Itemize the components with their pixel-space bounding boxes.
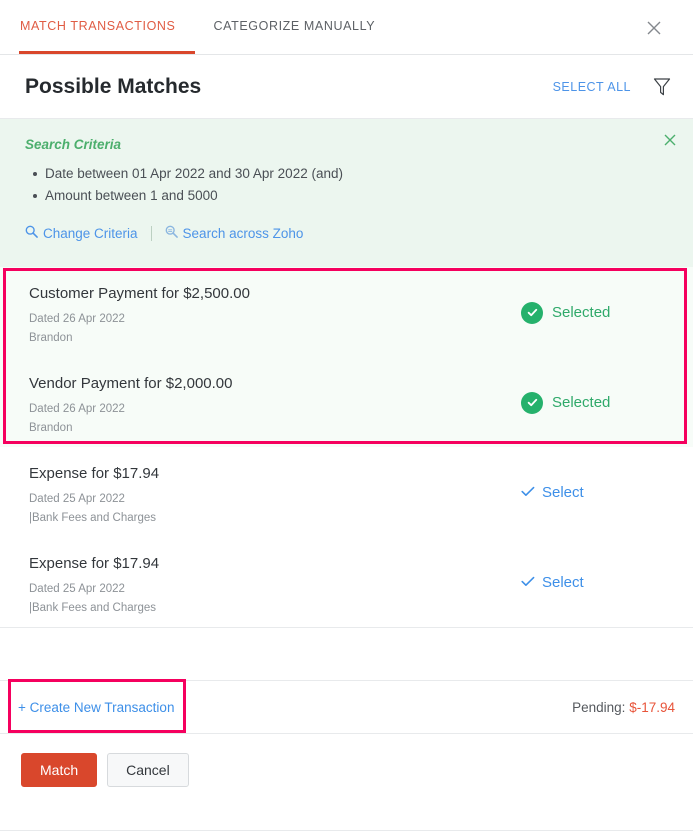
match-title: Customer Payment for $2,500.00 (29, 285, 250, 302)
selected-label: Selected (552, 304, 611, 321)
pending-amount: $-17.94 (629, 699, 675, 715)
select-label: Select (542, 484, 584, 501)
match-details: Expense for $17.94 Dated 25 Apr 2022 |Ba… (29, 555, 511, 618)
table-row[interactable]: Expense for $17.94 Dated 25 Apr 2022 |Ba… (0, 537, 693, 627)
select-label: Select (542, 574, 584, 591)
tab-bar: MATCH TRANSACTIONS CATEGORIZE MANUALLY (0, 0, 693, 55)
check-icon (521, 484, 535, 501)
criteria-close-icon[interactable] (661, 131, 679, 149)
search-across-zoho-label: Search across Zoho (182, 225, 304, 241)
footer-summary-bar: + Create New Transaction Pending: $-17.9… (0, 679, 693, 734)
criteria-item: Date between 01 Apr 2022 and 30 Apr 2022… (33, 163, 668, 185)
match-date: Dated 25 Apr 2022 (29, 493, 125, 505)
criteria-item: Amount between 1 and 5000 (33, 185, 668, 207)
check-icon (521, 301, 543, 324)
match-title: Expense for $17.94 (29, 555, 160, 572)
selected-badge[interactable]: Selected (511, 391, 671, 414)
pending-label: Pending: (572, 699, 626, 715)
match-subtext: Brandon (29, 332, 73, 344)
match-details: Vendor Payment for $2,000.00 Dated 26 Ap… (29, 375, 511, 438)
search-criteria-panel: Search Criteria Date between 01 Apr 2022… (0, 119, 693, 267)
filter-funnel-icon[interactable] (653, 77, 671, 97)
footer-actions: Match Cancel (0, 734, 693, 787)
magnifier-icon (25, 225, 38, 241)
tab-match-transactions-label: MATCH TRANSACTIONS (20, 19, 176, 33)
match-title: Vendor Payment for $2,000.00 (29, 375, 233, 392)
match-details: Customer Payment for $2,500.00 Dated 26 … (29, 285, 511, 348)
tab-categorize-manually[interactable]: CATEGORIZE MANUALLY (213, 0, 375, 54)
match-subtext: |Bank Fees and Charges (29, 602, 157, 614)
search-criteria-list: Date between 01 Apr 2022 and 30 Apr 2022… (29, 163, 668, 207)
possible-matches-list: Customer Payment for $2,500.00 Dated 26 … (0, 267, 693, 627)
change-criteria-link[interactable]: Change Criteria (25, 225, 138, 241)
match-subtext: |Bank Fees and Charges (29, 512, 157, 524)
match-details: Expense for $17.94 Dated 25 Apr 2022 |Ba… (29, 465, 511, 528)
selected-badge[interactable]: Selected (511, 301, 671, 324)
spacer (0, 628, 693, 680)
match-date: Dated 26 Apr 2022 (29, 313, 125, 325)
match-subtext: Brandon (29, 422, 73, 434)
change-criteria-label: Change Criteria (43, 225, 138, 241)
panel-header: Possible Matches SELECT ALL (0, 55, 693, 119)
divider (150, 225, 152, 241)
select-link[interactable]: Select (511, 574, 671, 591)
table-row[interactable]: Expense for $17.94 Dated 25 Apr 2022 |Ba… (0, 447, 693, 537)
search-across-zoho-link[interactable]: Search across Zoho (165, 225, 304, 241)
check-icon (521, 574, 535, 591)
cancel-button[interactable]: Cancel (107, 753, 189, 787)
match-title: Expense for $17.94 (29, 465, 160, 482)
check-icon (521, 391, 543, 414)
table-row[interactable]: Customer Payment for $2,500.00 Dated 26 … (0, 267, 693, 357)
criteria-links: Change Criteria Search across Zoho (25, 225, 668, 241)
select-link[interactable]: Select (511, 484, 671, 501)
close-icon[interactable] (644, 18, 664, 38)
selected-label: Selected (552, 394, 611, 411)
tab-match-transactions[interactable]: MATCH TRANSACTIONS (18, 0, 197, 54)
magnifier-zoho-icon (165, 225, 178, 241)
match-date: Dated 25 Apr 2022 (29, 583, 125, 595)
pending-summary: Pending: $-17.94 (572, 700, 675, 715)
create-new-transaction-button[interactable]: + Create New Transaction (18, 700, 174, 715)
table-row[interactable]: Vendor Payment for $2,000.00 Dated 26 Ap… (0, 357, 693, 447)
match-button[interactable]: Match (21, 753, 98, 787)
select-all-button[interactable]: SELECT ALL (553, 80, 631, 94)
tab-categorize-manually-label: CATEGORIZE MANUALLY (213, 19, 376, 33)
search-criteria-title: Search Criteria (25, 137, 122, 152)
page-title: Possible Matches (25, 74, 202, 98)
match-date: Dated 26 Apr 2022 (29, 403, 125, 415)
